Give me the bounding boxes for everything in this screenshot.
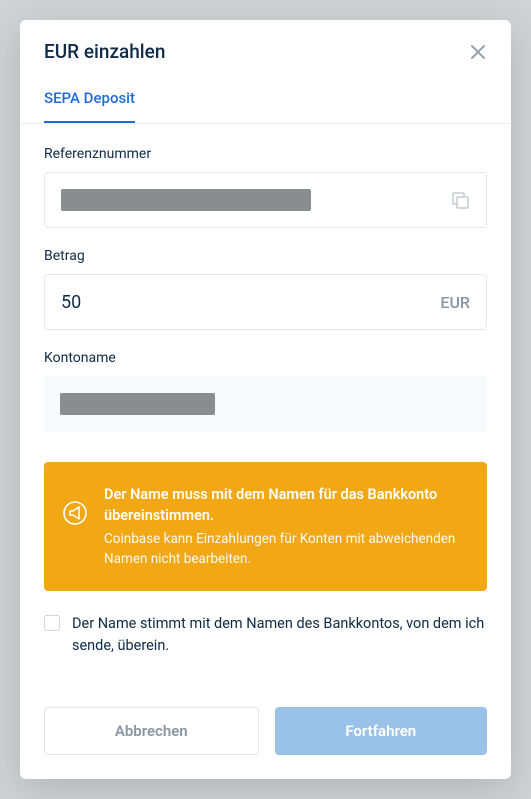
confirm-label: Der Name stimmt mit dem Namen des Bankko… — [72, 613, 487, 657]
cancel-button[interactable]: Abbrechen — [44, 707, 259, 755]
amount-label: Betrag — [44, 248, 487, 264]
reference-field — [44, 172, 487, 228]
reference-label: Referenznummer — [44, 146, 487, 162]
warning-text: Coinbase kann Einzahlungen für Konten mi… — [104, 530, 465, 569]
amount-field[interactable]: 50 EUR — [44, 274, 487, 330]
confirm-checkbox[interactable] — [44, 615, 60, 631]
amount-value: 50 — [61, 292, 81, 313]
modal-header: EUR einzahlen — [20, 20, 511, 79]
megaphone-icon — [62, 500, 88, 530]
continue-button[interactable]: Fortfahren — [275, 707, 488, 755]
action-row: Abbrechen Fortfahren — [44, 707, 487, 755]
account-label: Kontoname — [44, 350, 487, 366]
reference-value-redacted — [61, 189, 311, 211]
modal-content: Referenznummer Betrag 50 EUR Kontoname D… — [20, 124, 511, 779]
warning-body: Der Name muss mit dem Namen für das Bank… — [104, 484, 465, 569]
account-field — [44, 376, 487, 432]
amount-currency: EUR — [440, 293, 470, 312]
tabs: SEPA Deposit — [20, 79, 511, 124]
deposit-modal: EUR einzahlen SEPA Deposit Referenznumme… — [20, 20, 511, 779]
warning-heading: Der Name muss mit dem Namen für das Bank… — [104, 484, 465, 526]
warning-banner: Der Name muss mit dem Namen für das Bank… — [44, 462, 487, 591]
copy-icon[interactable] — [450, 190, 470, 210]
account-value-redacted — [60, 393, 215, 415]
modal-title: EUR einzahlen — [44, 40, 165, 63]
confirm-row: Der Name stimmt mit dem Namen des Bankko… — [44, 613, 487, 657]
tab-sepa-deposit[interactable]: SEPA Deposit — [44, 79, 135, 123]
close-icon[interactable] — [469, 43, 487, 61]
